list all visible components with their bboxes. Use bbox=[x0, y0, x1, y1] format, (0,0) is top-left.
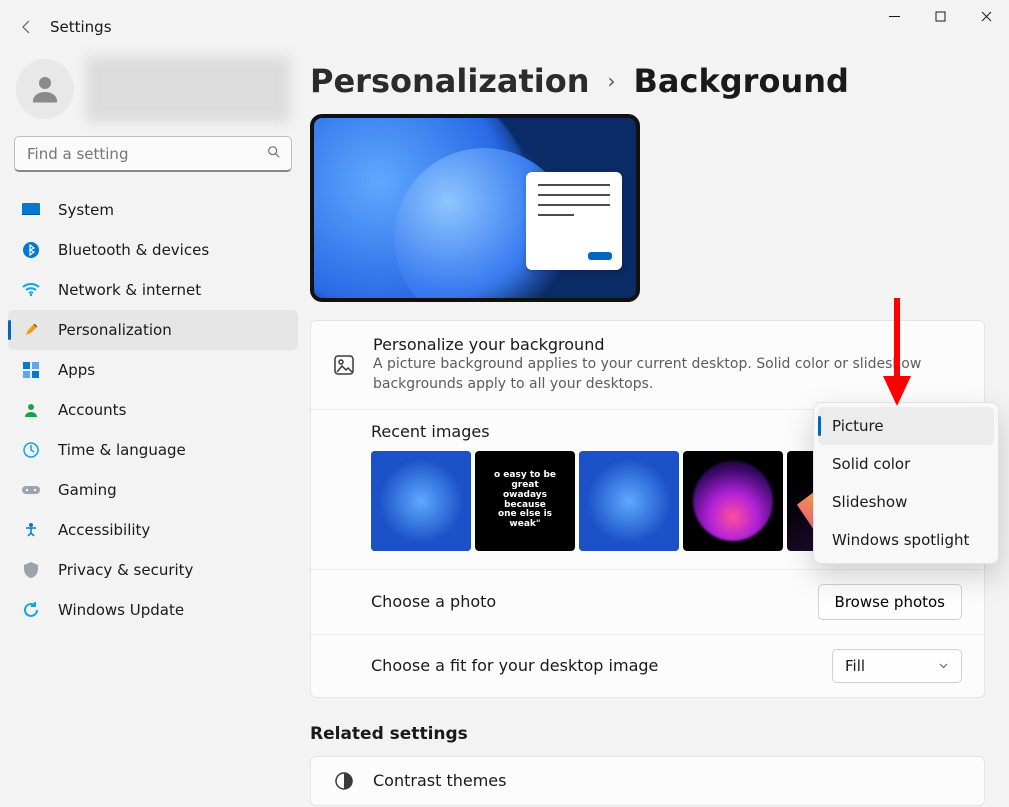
sidebar-item-label: Accessibility bbox=[58, 521, 150, 539]
sidebar: System Bluetooth & devices Network & int… bbox=[0, 48, 308, 807]
sidebar-item-apps[interactable]: Apps bbox=[8, 350, 298, 390]
sidebar-item-label: System bbox=[58, 201, 114, 219]
shield-icon bbox=[22, 562, 40, 578]
main-content: Personalization › Background Personalize… bbox=[308, 48, 1009, 807]
refresh-icon bbox=[22, 602, 40, 618]
monitor-icon bbox=[22, 203, 40, 217]
accessibility-icon bbox=[22, 522, 40, 538]
account-name-redacted bbox=[86, 56, 290, 122]
choose-photo-row: Choose a photo Browse photos bbox=[311, 570, 984, 635]
contrast-themes-row[interactable]: Contrast themes bbox=[311, 757, 984, 805]
dropdown-option-slideshow[interactable]: Slideshow bbox=[818, 483, 994, 521]
sidebar-nav: System Bluetooth & devices Network & int… bbox=[8, 190, 298, 630]
desktop-preview bbox=[310, 114, 640, 302]
gamepad-icon bbox=[22, 484, 40, 496]
fit-select-value: Fill bbox=[845, 657, 865, 675]
avatar bbox=[16, 59, 74, 119]
personalize-row: Personalize your background A picture ba… bbox=[311, 321, 984, 410]
close-button[interactable] bbox=[963, 0, 1009, 32]
breadcrumb-parent[interactable]: Personalization bbox=[310, 62, 590, 100]
recent-thumb[interactable] bbox=[579, 451, 679, 551]
sidebar-item-label: Bluetooth & devices bbox=[58, 241, 209, 259]
browse-photos-button[interactable]: Browse photos bbox=[818, 584, 962, 620]
background-type-dropdown[interactable]: Picture Solid color Slideshow Windows sp… bbox=[813, 402, 999, 564]
choose-fit-row: Choose a fit for your desktop image Fill bbox=[311, 635, 984, 697]
sidebar-item-label: Network & internet bbox=[58, 281, 201, 299]
sidebar-item-accessibility[interactable]: Accessibility bbox=[8, 510, 298, 550]
sidebar-item-privacy[interactable]: Privacy & security bbox=[8, 550, 298, 590]
recent-thumb[interactable]: o easy to be greatowadays becauseone els… bbox=[475, 451, 575, 551]
bluetooth-icon bbox=[22, 242, 40, 258]
related-panel: Contrast themes bbox=[310, 756, 985, 806]
sidebar-item-label: Time & language bbox=[58, 441, 186, 459]
sidebar-item-personalization[interactable]: Personalization bbox=[8, 310, 298, 350]
account-card[interactable] bbox=[8, 56, 298, 136]
fit-select[interactable]: Fill bbox=[832, 649, 962, 683]
minimize-button[interactable] bbox=[871, 0, 917, 32]
title-bar: Settings bbox=[0, 0, 1009, 48]
dropdown-option-spotlight[interactable]: Windows spotlight bbox=[818, 521, 994, 559]
sidebar-item-label: Gaming bbox=[58, 481, 117, 499]
related-settings-title: Related settings bbox=[310, 724, 985, 744]
breadcrumb: Personalization › Background bbox=[310, 62, 985, 100]
sidebar-item-label: Personalization bbox=[58, 321, 172, 339]
sidebar-item-label: Windows Update bbox=[58, 601, 184, 619]
sidebar-item-label: Privacy & security bbox=[58, 561, 193, 579]
sidebar-item-time-language[interactable]: Time & language bbox=[8, 430, 298, 470]
preview-window-mock bbox=[526, 172, 622, 270]
sidebar-item-network[interactable]: Network & internet bbox=[8, 270, 298, 310]
chevron-down-icon bbox=[938, 657, 949, 675]
breadcrumb-separator: › bbox=[608, 69, 616, 93]
sidebar-item-system[interactable]: System bbox=[8, 190, 298, 230]
choose-fit-label: Choose a fit for your desktop image bbox=[371, 656, 832, 675]
paintbrush-icon bbox=[22, 322, 40, 338]
dropdown-option-solid-color[interactable]: Solid color bbox=[818, 445, 994, 483]
recent-thumb[interactable] bbox=[683, 451, 783, 551]
search-input[interactable] bbox=[27, 145, 267, 163]
breadcrumb-current: Background bbox=[634, 62, 849, 100]
sidebar-item-label: Apps bbox=[58, 361, 95, 379]
contrast-icon bbox=[333, 771, 355, 791]
maximize-button[interactable] bbox=[917, 0, 963, 32]
clock-globe-icon bbox=[22, 442, 40, 458]
back-button[interactable] bbox=[18, 18, 36, 36]
person-icon bbox=[22, 402, 40, 418]
sidebar-item-windows-update[interactable]: Windows Update bbox=[8, 590, 298, 630]
recent-thumb[interactable] bbox=[371, 451, 471, 551]
apps-icon bbox=[22, 362, 40, 378]
image-icon bbox=[333, 355, 355, 375]
search-box[interactable] bbox=[14, 136, 292, 172]
choose-photo-label: Choose a photo bbox=[371, 592, 818, 611]
sidebar-item-gaming[interactable]: Gaming bbox=[8, 470, 298, 510]
window-title: Settings bbox=[50, 18, 112, 36]
dropdown-option-picture[interactable]: Picture bbox=[818, 407, 994, 445]
contrast-themes-label: Contrast themes bbox=[373, 771, 962, 790]
wifi-icon bbox=[22, 283, 40, 297]
personalize-desc: A picture background applies to your cur… bbox=[373, 354, 962, 395]
personalize-title: Personalize your background bbox=[373, 335, 962, 354]
sidebar-item-bluetooth[interactable]: Bluetooth & devices bbox=[8, 230, 298, 270]
search-icon bbox=[267, 144, 281, 163]
sidebar-item-label: Accounts bbox=[58, 401, 126, 419]
sidebar-item-accounts[interactable]: Accounts bbox=[8, 390, 298, 430]
